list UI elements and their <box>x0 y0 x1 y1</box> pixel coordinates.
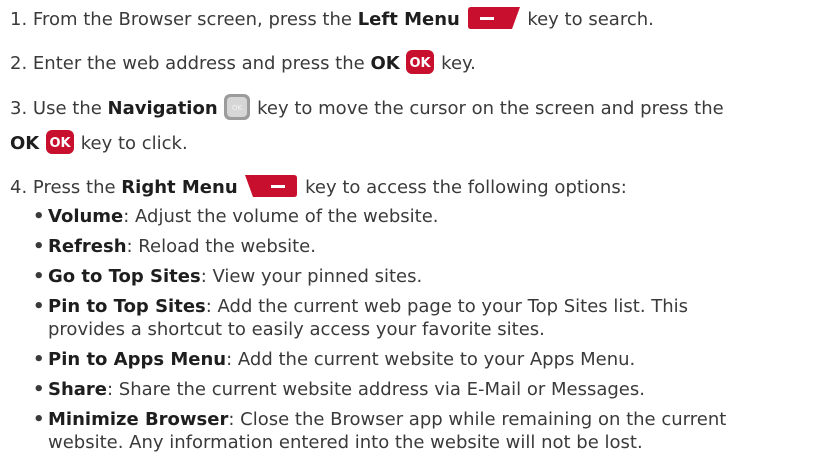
option-desc: : Reload the website. <box>126 236 316 257</box>
step-text: From the Browser screen, press the <box>32 9 352 30</box>
option-desc: : Close the Browser app while remaining … <box>228 409 727 430</box>
step-text: key to access the following options: <box>305 177 627 198</box>
step-text: Press the <box>32 177 116 198</box>
ok-key-label: OK <box>410 56 432 71</box>
bullet-mark: • <box>33 266 45 287</box>
step-2: 2. Enter the web address and press the O… <box>10 49 476 77</box>
option-desc: : Share the current website address via … <box>107 379 645 400</box>
option-term: Go to Top Sites <box>48 266 201 287</box>
option-term: Pin to Top Sites <box>48 296 206 317</box>
key-name: OK <box>370 53 400 74</box>
bullet-mark: • <box>33 409 45 430</box>
bullet-mark: • <box>33 379 45 400</box>
option-term: Share <box>48 379 108 400</box>
step-number: 4. <box>10 177 28 198</box>
key-name: Right Menu <box>121 177 238 198</box>
step-3-continued: OK OK key to click. <box>10 129 188 157</box>
option-minimize-browser-continued: website. Any information entered into th… <box>48 431 643 455</box>
key-name: OK <box>10 133 40 154</box>
step-4: 4. Press the Right Menu key to access th… <box>10 175 627 201</box>
option-pin-to-apps-menu: • Pin to Apps Menu: Add the current websi… <box>33 348 635 372</box>
key-name: Navigation <box>107 98 218 119</box>
option-term: Refresh <box>48 236 127 257</box>
step-text: key to move the cursor on the screen and… <box>257 98 724 119</box>
key-name: Left Menu <box>357 9 460 30</box>
option-refresh: • Refresh: Reload the website. <box>33 235 316 259</box>
option-term: Minimize Browser <box>48 409 229 430</box>
step-text: key. <box>441 53 476 74</box>
bullet-mark: • <box>33 206 45 227</box>
right-menu-key-icon <box>243 173 299 199</box>
left-menu-key-icon <box>466 5 522 31</box>
option-desc: : Add the current web page to your Top S… <box>205 296 689 317</box>
step-1: 1. From the Browser screen, press the Le… <box>10 7 654 33</box>
ok-key-icon: OK <box>405 49 435 75</box>
option-minimize-browser: • Minimize Browser: Close the Browser app… <box>33 408 726 432</box>
option-go-to-top-sites: • Go to Top Sites: View your pinned sites… <box>33 265 422 289</box>
step-text: key to click. <box>80 133 188 154</box>
instructions-document: 1. From the Browser screen, press the Le… <box>0 0 825 471</box>
navigation-key-label: OK <box>232 104 243 112</box>
option-desc: : View your pinned sites. <box>200 266 423 287</box>
step-text: key to search. <box>527 9 654 30</box>
bullet-mark: • <box>33 296 45 317</box>
option-desc: : Adjust the volume of the website. <box>123 206 439 227</box>
ok-key-icon: OK <box>45 129 75 155</box>
option-share: • Share: Share the current website addres… <box>33 378 645 402</box>
option-desc: provides a shortcut to easily access you… <box>48 319 545 340</box>
step-text: Use the <box>32 98 102 119</box>
bullet-mark: • <box>33 349 45 370</box>
navigation-key-icon: OK <box>223 93 251 121</box>
step-number: 3. <box>10 98 28 119</box>
option-pin-to-top-sites: • Pin to Top Sites: Add the current web p… <box>33 295 688 319</box>
option-desc: : Add the current website to your Apps M… <box>226 349 636 370</box>
option-desc: website. Any information entered into th… <box>48 432 643 453</box>
option-term: Pin to Apps Menu <box>48 349 227 370</box>
ok-key-label: OK <box>49 136 71 151</box>
option-volume: • Volume: Adjust the volume of the websit… <box>33 205 439 229</box>
step-number: 2. <box>10 53 28 74</box>
step-number: 1. <box>10 9 28 30</box>
option-term: Volume <box>48 206 124 227</box>
option-pin-to-top-sites-continued: provides a shortcut to easily access you… <box>48 318 545 342</box>
step-3: 3. Use the Navigation OK key to move the… <box>10 93 724 123</box>
step-text: Enter the web address and press the <box>32 53 365 74</box>
bullet-mark: • <box>33 236 45 257</box>
